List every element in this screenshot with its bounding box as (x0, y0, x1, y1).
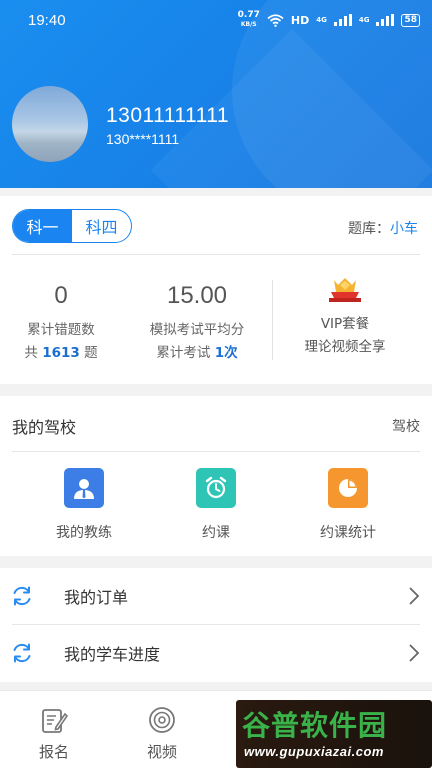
menu-item-my-orders[interactable]: 我的订单 (0, 568, 432, 624)
refresh-icon (13, 643, 31, 663)
vip-subtitle: 理论视频全享 (304, 339, 386, 355)
refresh-icon (13, 586, 31, 606)
alarm-clock-icon (196, 468, 236, 508)
status-indicators: 0.77 KB/S HD 4G 4G 58 (238, 11, 420, 29)
section-title: 我的驾校 (12, 418, 77, 437)
stats-card: 科一 科四 题库：小车 0 累计错题数 共 1613 题 15.00 模拟考试平… (0, 196, 432, 384)
net-speed-value: 0.77 (237, 10, 260, 20)
wrong-count-label: 累计错题数 (27, 322, 95, 338)
coach-icon (64, 468, 104, 508)
nav-label: 视频 (146, 743, 177, 761)
watermark-url: www.gupuxiazai.com (244, 744, 384, 759)
mock-count-line: 累计考试 1次 (156, 345, 238, 361)
vip-package[interactable]: VIP套餐 理论视频全享 (290, 276, 400, 355)
wrong-questions-stat[interactable]: 0 累计错题数 共 1613 题 (16, 282, 106, 361)
user-phone: 13011111111 (106, 104, 230, 127)
nav-label: 报名 (38, 743, 69, 761)
grid-item-label: 约课统计 (320, 525, 376, 541)
video-icon (149, 707, 175, 733)
divider (12, 451, 420, 452)
tab-subject-four[interactable]: 科四 (72, 210, 131, 242)
vip-crown-icon (326, 276, 364, 306)
subject-tabs: 科一 科四 (12, 209, 132, 243)
signal-label-1: 4G (316, 16, 327, 24)
tab-subject-one[interactable]: 科一 (13, 210, 72, 242)
nav-signup[interactable]: 报名 (24, 705, 84, 762)
driving-school-link[interactable]: 驾校 (392, 416, 420, 436)
menu-item-learning-progress[interactable]: 我的学车进度 (0, 625, 432, 681)
mock-average-label: 模拟考试平均分 (149, 322, 245, 338)
wifi-icon (267, 13, 284, 27)
my-coach-button[interactable]: 我的教练 (24, 468, 144, 542)
question-bank-selector[interactable]: 题库：小车 (348, 218, 418, 238)
battery-icon: 58 (401, 13, 420, 27)
menu-item-label: 我的学车进度 (64, 645, 161, 664)
vip-title: VIP套餐 (320, 316, 370, 332)
menu-item-label: 我的订单 (64, 588, 129, 607)
status-time: 19:40 (28, 11, 66, 29)
divider (272, 280, 273, 360)
bank-value: 小车 (390, 221, 418, 237)
user-phone-masked: 130****1111 (106, 131, 180, 147)
chevron-right-icon (409, 644, 420, 662)
signal-icon (333, 14, 352, 26)
mock-exam-stat[interactable]: 15.00 模拟考试平均分 累计考试 1次 (134, 282, 260, 361)
bank-label: 题库： (348, 221, 390, 237)
total-questions-line: 共 1613 题 (24, 345, 98, 361)
network-speed: 0.77 KB/S (238, 11, 260, 29)
wrong-count-value: 0 (54, 282, 68, 309)
menu-list: 我的订单 我的学车进度 (0, 568, 432, 682)
avatar[interactable] (12, 86, 88, 162)
driving-school-card: 我的驾校 驾校 我的教练 约课 约课统计 (0, 396, 432, 556)
pie-chart-icon (328, 468, 368, 508)
signup-icon (42, 709, 69, 733)
watermark-title: 谷普软件园 (242, 709, 388, 742)
signal-label-2: 4G (358, 16, 370, 24)
profile-header: 19:40 0.77 KB/S HD 4G 4G 58 13011111111 … (0, 0, 432, 188)
grid-item-label: 我的教练 (56, 525, 112, 541)
lesson-stats-button[interactable]: 约课统计 (288, 468, 408, 542)
signal-icon (376, 14, 395, 26)
book-lesson-button[interactable]: 约课 (156, 468, 276, 542)
status-bar: 19:40 0.77 KB/S HD 4G 4G 58 (0, 0, 432, 40)
site-watermark-logo: 谷普软件园 www.gupuxiazai.com (236, 700, 432, 768)
hd-indicator: HD (290, 13, 310, 27)
nav-video[interactable]: 视频 (132, 705, 192, 762)
chevron-right-icon (409, 587, 420, 605)
mock-count-value: 1次 (214, 345, 238, 361)
mock-average-value: 15.00 (166, 282, 228, 309)
divider (12, 254, 420, 255)
net-speed-unit: KB/S (240, 21, 257, 28)
total-questions-count: 1613 (42, 345, 80, 361)
grid-item-label: 约课 (202, 525, 230, 541)
